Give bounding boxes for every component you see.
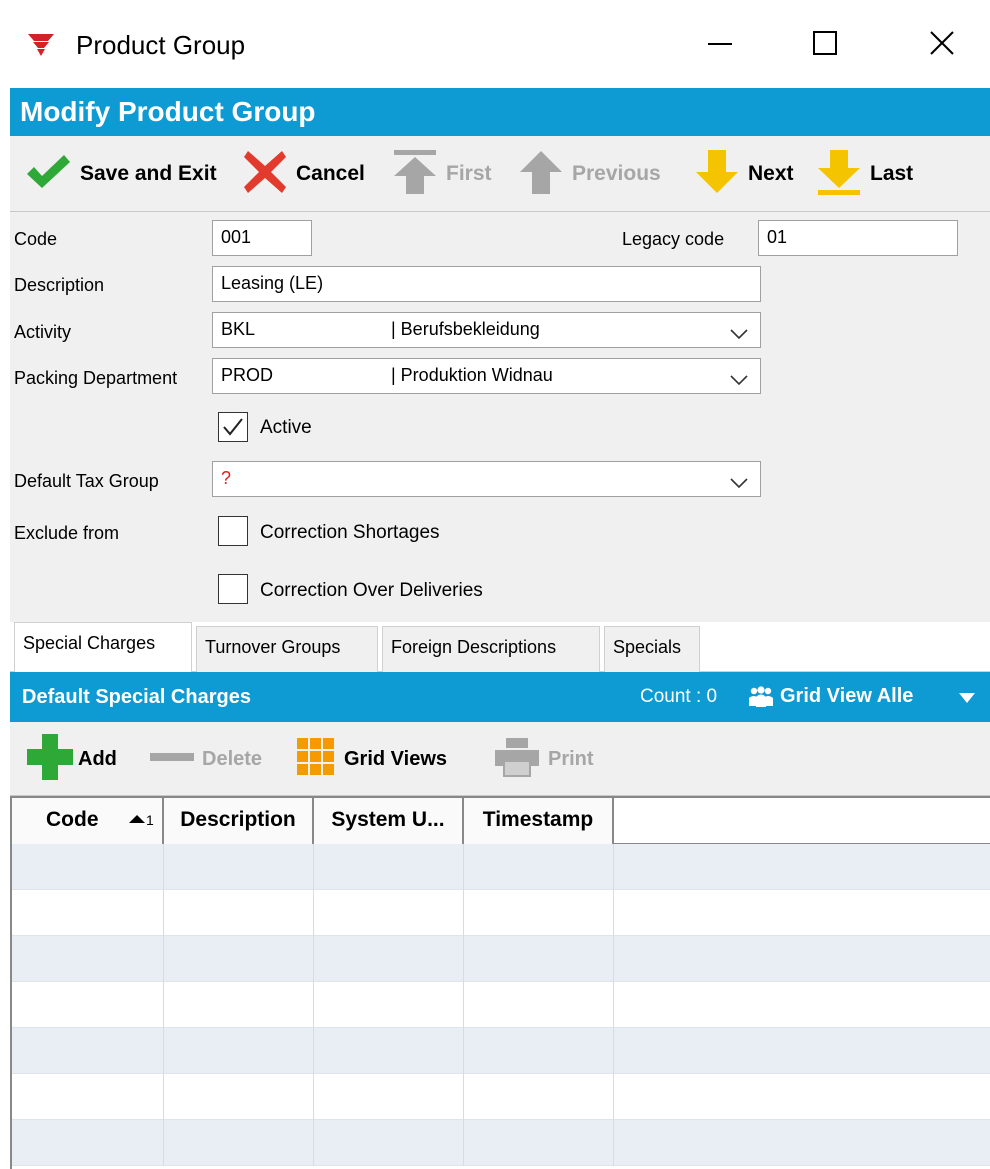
product-group-form: Code 001 Legacy code 01 Description Leas… — [10, 212, 990, 622]
table-row[interactable] — [12, 936, 990, 982]
printer-icon — [494, 737, 540, 782]
table-row[interactable] — [12, 1120, 990, 1166]
tab-specials[interactable]: Specials — [604, 626, 700, 672]
maximize-button[interactable] — [795, 20, 855, 70]
correction-shortages-checkbox[interactable] — [218, 516, 248, 546]
column-header-code-label: Code — [46, 808, 99, 831]
tab-special-charges[interactable]: Special Charges — [14, 622, 192, 673]
activity-name: | Berufsbekleidung — [391, 319, 540, 339]
cross-icon — [242, 149, 288, 200]
packing-department-select[interactable]: PROD | Produktion Widnau — [212, 358, 761, 394]
packing-department-name: | Produktion Widnau — [391, 365, 553, 385]
add-button[interactable]: Add — [26, 733, 117, 782]
special-charges-grid: Code 1 Description System U... Timestamp — [10, 796, 990, 1169]
add-label: Add — [78, 747, 117, 770]
section-header: Default Special Charges Count : 0 Grid V… — [10, 672, 990, 722]
grid-toolbar: Add Delete Grid Views Print — [10, 722, 990, 796]
section-title: Default Special Charges — [22, 686, 251, 708]
print-label: Print — [548, 747, 594, 770]
cancel-label: Cancel — [296, 162, 365, 185]
activity-select[interactable]: BKL | Berufsbekleidung — [212, 312, 761, 348]
code-field[interactable]: 001 — [212, 220, 312, 256]
company-logo-icon — [26, 32, 56, 58]
table-row[interactable] — [12, 1074, 990, 1120]
print-button[interactable]: Print — [494, 736, 594, 782]
caret-down-icon[interactable] — [958, 691, 976, 709]
exclude-from-label: Exclude from — [14, 523, 120, 543]
column-header-description[interactable]: Description — [164, 798, 314, 844]
checkmark-icon — [219, 418, 247, 445]
tab-turnover-groups[interactable]: Turnover Groups — [196, 626, 378, 672]
packing-department-code: PROD — [221, 365, 274, 385]
tab-bar: Special Charges Turnover Groups Foreign … — [10, 622, 990, 673]
previous-button[interactable]: Previous — [518, 148, 661, 200]
minus-icon — [150, 750, 194, 768]
next-label: Next — [748, 162, 794, 185]
window-title: Product Group — [76, 30, 246, 60]
description-field[interactable]: Leasing (LE) — [212, 266, 761, 302]
table-row[interactable] — [12, 890, 990, 936]
down-arrow-icon — [694, 148, 740, 201]
active-label: Active — [260, 417, 312, 438]
tax-group-value: ? — [221, 468, 232, 488]
packing-department-label: Packing Department — [14, 368, 178, 388]
table-row[interactable] — [12, 982, 990, 1028]
tab-foreign-descriptions[interactable]: Foreign Descriptions — [382, 626, 600, 672]
grid-header-row: Code 1 Description System U... Timestamp — [12, 798, 990, 844]
close-icon — [929, 30, 955, 61]
first-label: First — [446, 162, 492, 185]
close-button[interactable] — [912, 20, 972, 70]
code-label: Code — [14, 229, 58, 249]
grid-view-selector[interactable]: Grid View Alle — [780, 685, 913, 708]
column-header-code[interactable]: Code 1 — [12, 798, 164, 844]
save-and-exit-label: Save and Exit — [80, 162, 217, 185]
correction-shortages-label: Correction Shortages — [260, 522, 440, 543]
activity-code: BKL — [221, 319, 256, 339]
default-tax-group-label: Default Tax Group — [14, 471, 159, 491]
column-header-system-user[interactable]: System U... — [314, 798, 464, 844]
previous-label: Previous — [572, 162, 661, 185]
minimize-button[interactable] — [690, 20, 750, 70]
legacy-code-label: Legacy code — [622, 229, 725, 249]
correction-over-deliveries-checkbox[interactable] — [218, 574, 248, 604]
legacy-code-field[interactable]: 01 — [758, 220, 958, 256]
record-count: Count : 0 — [640, 686, 718, 707]
first-arrow-icon — [392, 148, 438, 201]
column-header-timestamp[interactable]: Timestamp — [464, 798, 614, 844]
up-arrow-icon — [518, 148, 564, 201]
correction-over-deliveries-label: Correction Over Deliveries — [260, 580, 483, 601]
next-button[interactable]: Next — [694, 148, 794, 200]
chevron-down-icon — [730, 324, 748, 345]
first-button[interactable]: First — [392, 148, 492, 200]
page-title: Modify Product Group — [20, 96, 316, 127]
plus-icon — [26, 733, 74, 786]
main-toolbar: Save and Exit Cancel First Previous Next… — [10, 136, 990, 212]
grid-views-label: Grid Views — [344, 747, 448, 770]
last-button[interactable]: Last — [816, 148, 913, 200]
last-arrow-icon — [816, 148, 862, 201]
page-header: Modify Product Group — [10, 88, 990, 136]
checkmark-icon — [24, 152, 72, 197]
table-row[interactable] — [12, 844, 990, 890]
window-titlebar: Product Group — [0, 0, 990, 88]
delete-button[interactable]: Delete — [150, 736, 262, 782]
minimize-icon — [707, 30, 733, 61]
cancel-button[interactable]: Cancel — [242, 148, 365, 200]
grid-icon — [296, 737, 336, 782]
sort-ascending-icon — [128, 806, 146, 830]
description-label: Description — [14, 275, 105, 295]
maximize-icon — [812, 30, 838, 61]
chevron-down-icon — [730, 473, 748, 494]
delete-label: Delete — [202, 747, 263, 770]
default-tax-group-select[interactable]: ? — [212, 461, 761, 497]
chevron-down-icon — [730, 370, 748, 391]
grid-views-button[interactable]: Grid Views — [296, 736, 447, 782]
active-checkbox[interactable] — [218, 412, 248, 442]
users-icon — [748, 686, 774, 713]
save-and-exit-button[interactable]: Save and Exit — [24, 148, 217, 200]
last-label: Last — [870, 162, 914, 185]
table-row[interactable] — [12, 1028, 990, 1074]
activity-label: Activity — [14, 322, 72, 342]
sort-order-indicator: 1 — [146, 812, 154, 828]
